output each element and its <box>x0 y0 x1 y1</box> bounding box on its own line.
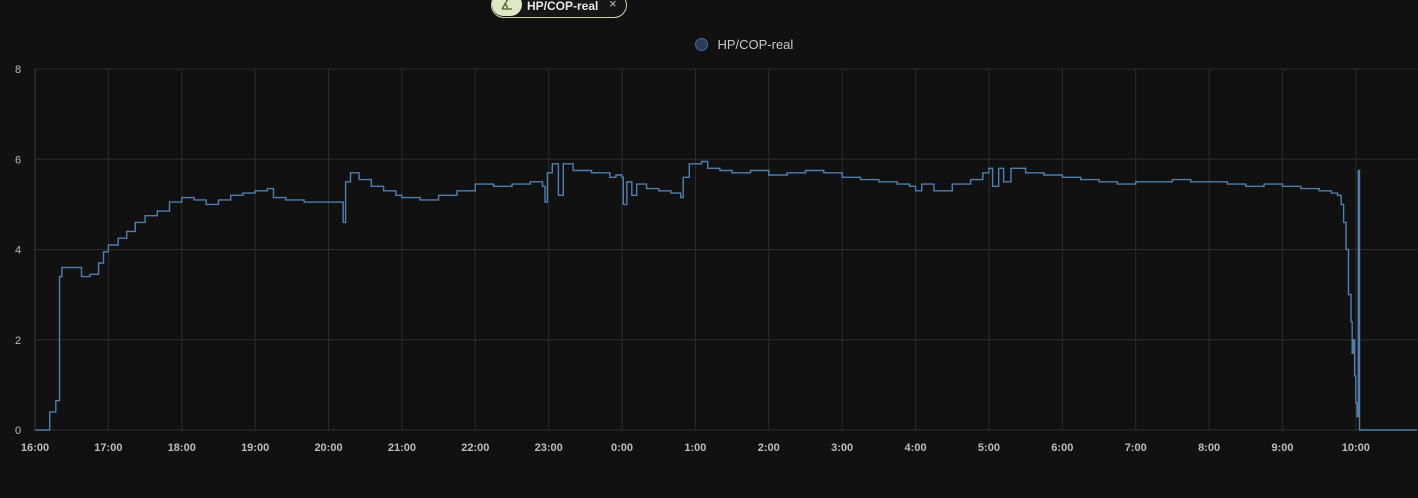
x-tick-label: 0:00 <box>611 442 633 454</box>
x-tick-label: 1:00 <box>684 442 706 454</box>
x-tick-label: 18:00 <box>168 442 196 454</box>
x-tick-label: 8:00 <box>1198 442 1220 454</box>
x-tick-label: 16:00 <box>21 442 49 454</box>
x-tick-label: 6:00 <box>1051 442 1073 454</box>
x-tick-label: 19:00 <box>241 442 269 454</box>
y-tick-label: 2 <box>15 335 21 347</box>
x-tick-label: 22:00 <box>461 442 489 454</box>
x-tick-label: 2:00 <box>758 442 780 454</box>
line-chart: 0 2 4 6 8 16:00 17:00 18:00 19:00 20:00 21:00 22:00… <box>15 64 1417 454</box>
x-tick-label: 5:00 <box>978 442 1000 454</box>
x-tick-label: 3:00 <box>831 442 853 454</box>
y-tick-label: 0 <box>15 425 21 437</box>
x-tick-label: 4:00 <box>905 442 927 454</box>
x-tick-label: 9:00 <box>1271 442 1293 454</box>
x-tick-label: 7:00 <box>1125 442 1147 454</box>
y-tick-label: 4 <box>15 245 21 257</box>
x-tick-label: 10:00 <box>1342 442 1370 454</box>
series-line-hp-cop-real <box>35 160 1417 431</box>
x-tick-label: 17:00 <box>94 442 122 454</box>
x-tick-label: 20:00 <box>314 442 342 454</box>
y-tick-label: 8 <box>15 64 21 76</box>
y-tick-label: 6 <box>15 154 21 166</box>
x-tick-label: 23:00 <box>535 442 563 454</box>
x-tick-label: 21:00 <box>388 442 416 454</box>
